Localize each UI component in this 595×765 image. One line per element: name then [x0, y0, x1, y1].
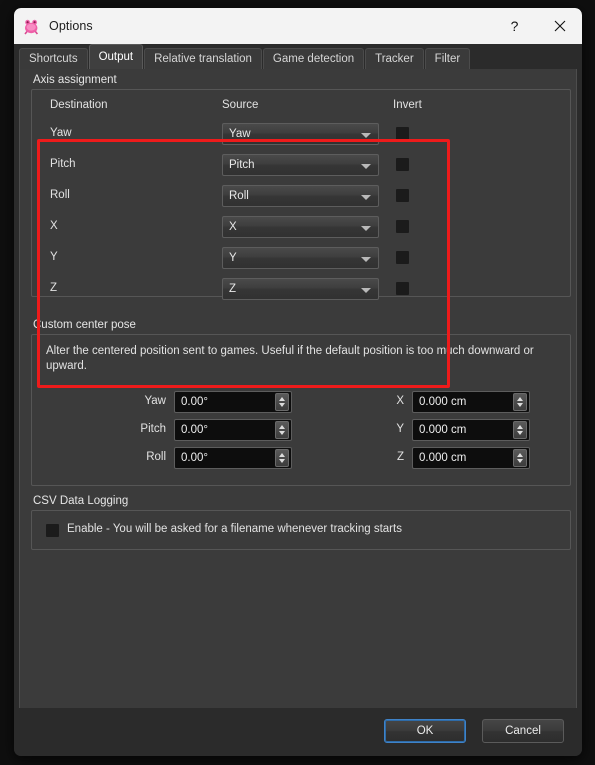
help-button[interactable]: ?	[492, 8, 537, 44]
invert-checkbox-z[interactable]	[396, 282, 409, 295]
cancel-button[interactable]: Cancel	[482, 719, 564, 743]
axis-label-pitch: Pitch	[50, 158, 76, 170]
chevron-down-icon	[361, 288, 371, 293]
source-select-y-value: Y	[229, 252, 237, 264]
axis-assignment-group: Axis assignment Destination Source Inver…	[31, 74, 571, 300]
tab-shortcuts[interactable]: Shortcuts	[19, 48, 88, 69]
custom-center-pose-group: Custom center pose Alter the centered po…	[31, 319, 571, 486]
pose-spinner-roll-value: 0.00°	[181, 452, 208, 464]
pose-label-roll: Roll	[146, 451, 166, 463]
invert-checkbox-y[interactable]	[396, 251, 409, 264]
pose-spinner-x[interactable]: 0.000 cm	[412, 391, 530, 413]
pose-label-pitch: Pitch	[140, 423, 166, 435]
column-header-destination: Destination	[50, 99, 108, 111]
ok-button[interactable]: OK	[384, 719, 466, 743]
pose-spinner-yaw[interactable]: 0.00°	[174, 391, 292, 413]
axis-label-y: Y	[50, 251, 58, 263]
close-icon[interactable]	[537, 8, 582, 44]
axis-row-yaw: Yaw Yaw	[32, 123, 570, 145]
pose-label-yaw: Yaw	[144, 395, 166, 407]
axis-row-y: Y Y	[32, 247, 570, 269]
output-tab-page: Axis assignment Destination Source Inver…	[19, 69, 577, 726]
stepper-arrows-icon[interactable]	[275, 449, 289, 467]
stepper-arrows-icon[interactable]	[275, 421, 289, 439]
custom-center-pose-title: Custom center pose	[33, 319, 136, 331]
tab-filter[interactable]: Filter	[424, 48, 471, 69]
invert-checkbox-x[interactable]	[396, 220, 409, 233]
options-dialog-window: Options ? Shortcuts Output Relative tran…	[14, 8, 582, 756]
pose-label-z: Z	[396, 451, 404, 463]
custom-center-pose-description: Alter the centered position sent to game…	[46, 345, 534, 372]
pose-spinner-roll[interactable]: 0.00°	[174, 447, 292, 469]
source-select-y[interactable]: Y	[222, 247, 379, 269]
source-select-roll[interactable]: Roll	[222, 185, 379, 207]
pose-spinner-x-value: 0.000 cm	[419, 396, 467, 408]
custom-center-pose-frame: Alter the centered position sent to game…	[31, 334, 571, 486]
pose-row-pitch: Pitch 0.00°	[32, 419, 302, 441]
chevron-down-icon	[361, 133, 371, 138]
opentrack-frog-icon	[23, 18, 40, 35]
chevron-down-icon	[361, 257, 371, 262]
source-select-pitch-value: Pitch	[229, 159, 255, 171]
tab-game-detection[interactable]: Game detection	[262, 48, 365, 69]
stepper-arrows-icon[interactable]	[513, 449, 527, 467]
tab-bar: Shortcuts Output Relative translation Ga…	[14, 44, 582, 69]
csv-logging-title: CSV Data Logging	[33, 495, 129, 507]
pose-spinner-z-value: 0.000 cm	[419, 452, 467, 464]
chevron-down-icon	[361, 226, 371, 231]
axis-row-pitch: Pitch Pitch	[32, 154, 570, 176]
pose-spinner-y[interactable]: 0.000 cm	[412, 419, 530, 441]
axis-label-x: X	[50, 220, 58, 232]
source-select-roll-value: Roll	[229, 190, 249, 202]
pose-spinner-yaw-value: 0.00°	[181, 396, 208, 408]
stepper-arrows-icon[interactable]	[275, 393, 289, 411]
invert-checkbox-pitch[interactable]	[396, 158, 409, 171]
tab-relative-translation[interactable]: Relative translation	[144, 48, 262, 69]
csv-logging-group: CSV Data Logging Enable - You will be as…	[31, 495, 571, 550]
source-select-z[interactable]: Z	[222, 278, 379, 300]
title-bar: Options ?	[14, 8, 582, 44]
column-header-invert: Invert	[393, 99, 422, 111]
stepper-arrows-icon[interactable]	[513, 421, 527, 439]
chevron-down-icon	[361, 164, 371, 169]
axis-label-roll: Roll	[50, 189, 70, 201]
axis-row-x: X X	[32, 216, 570, 238]
stepper-arrows-icon[interactable]	[513, 393, 527, 411]
pose-spinner-z[interactable]: 0.000 cm	[412, 447, 530, 469]
column-header-source: Source	[222, 99, 259, 111]
pose-label-y: Y	[396, 423, 404, 435]
axis-row-z: Z Z	[32, 278, 570, 300]
csv-logging-frame: Enable - You will be asked for a filenam…	[31, 510, 571, 550]
pose-row-yaw: Yaw 0.00°	[32, 391, 302, 413]
csv-enable-label[interactable]: Enable - You will be asked for a filenam…	[67, 523, 402, 535]
csv-enable-checkbox[interactable]	[46, 524, 59, 537]
axis-assignment-title: Axis assignment	[33, 74, 117, 86]
pose-row-roll: Roll 0.00°	[32, 447, 302, 469]
source-select-yaw-value: Yaw	[229, 128, 251, 140]
source-select-pitch[interactable]: Pitch	[222, 154, 379, 176]
chevron-down-icon	[361, 195, 371, 200]
tab-output[interactable]: Output	[88, 44, 144, 69]
axis-row-roll: Roll Roll	[32, 185, 570, 207]
axis-label-z: Z	[50, 282, 58, 294]
dialog-footer: OK Cancel	[14, 708, 582, 756]
source-select-yaw[interactable]: Yaw	[222, 123, 379, 145]
pose-spinner-y-value: 0.000 cm	[419, 424, 467, 436]
pose-spinner-pitch-value: 0.00°	[181, 424, 208, 436]
invert-checkbox-yaw[interactable]	[396, 127, 409, 140]
source-select-x-value: X	[229, 221, 237, 233]
window-title: Options	[49, 19, 93, 33]
tab-tracker[interactable]: Tracker	[365, 48, 424, 69]
pose-spinner-pitch[interactable]: 0.00°	[174, 419, 292, 441]
source-select-x[interactable]: X	[222, 216, 379, 238]
pose-label-x: X	[396, 395, 404, 407]
axis-label-yaw: Yaw	[50, 127, 72, 139]
invert-checkbox-roll[interactable]	[396, 189, 409, 202]
axis-assignment-frame: Destination Source Invert Yaw Yaw Pitch …	[31, 89, 571, 300]
source-select-z-value: Z	[229, 283, 237, 295]
